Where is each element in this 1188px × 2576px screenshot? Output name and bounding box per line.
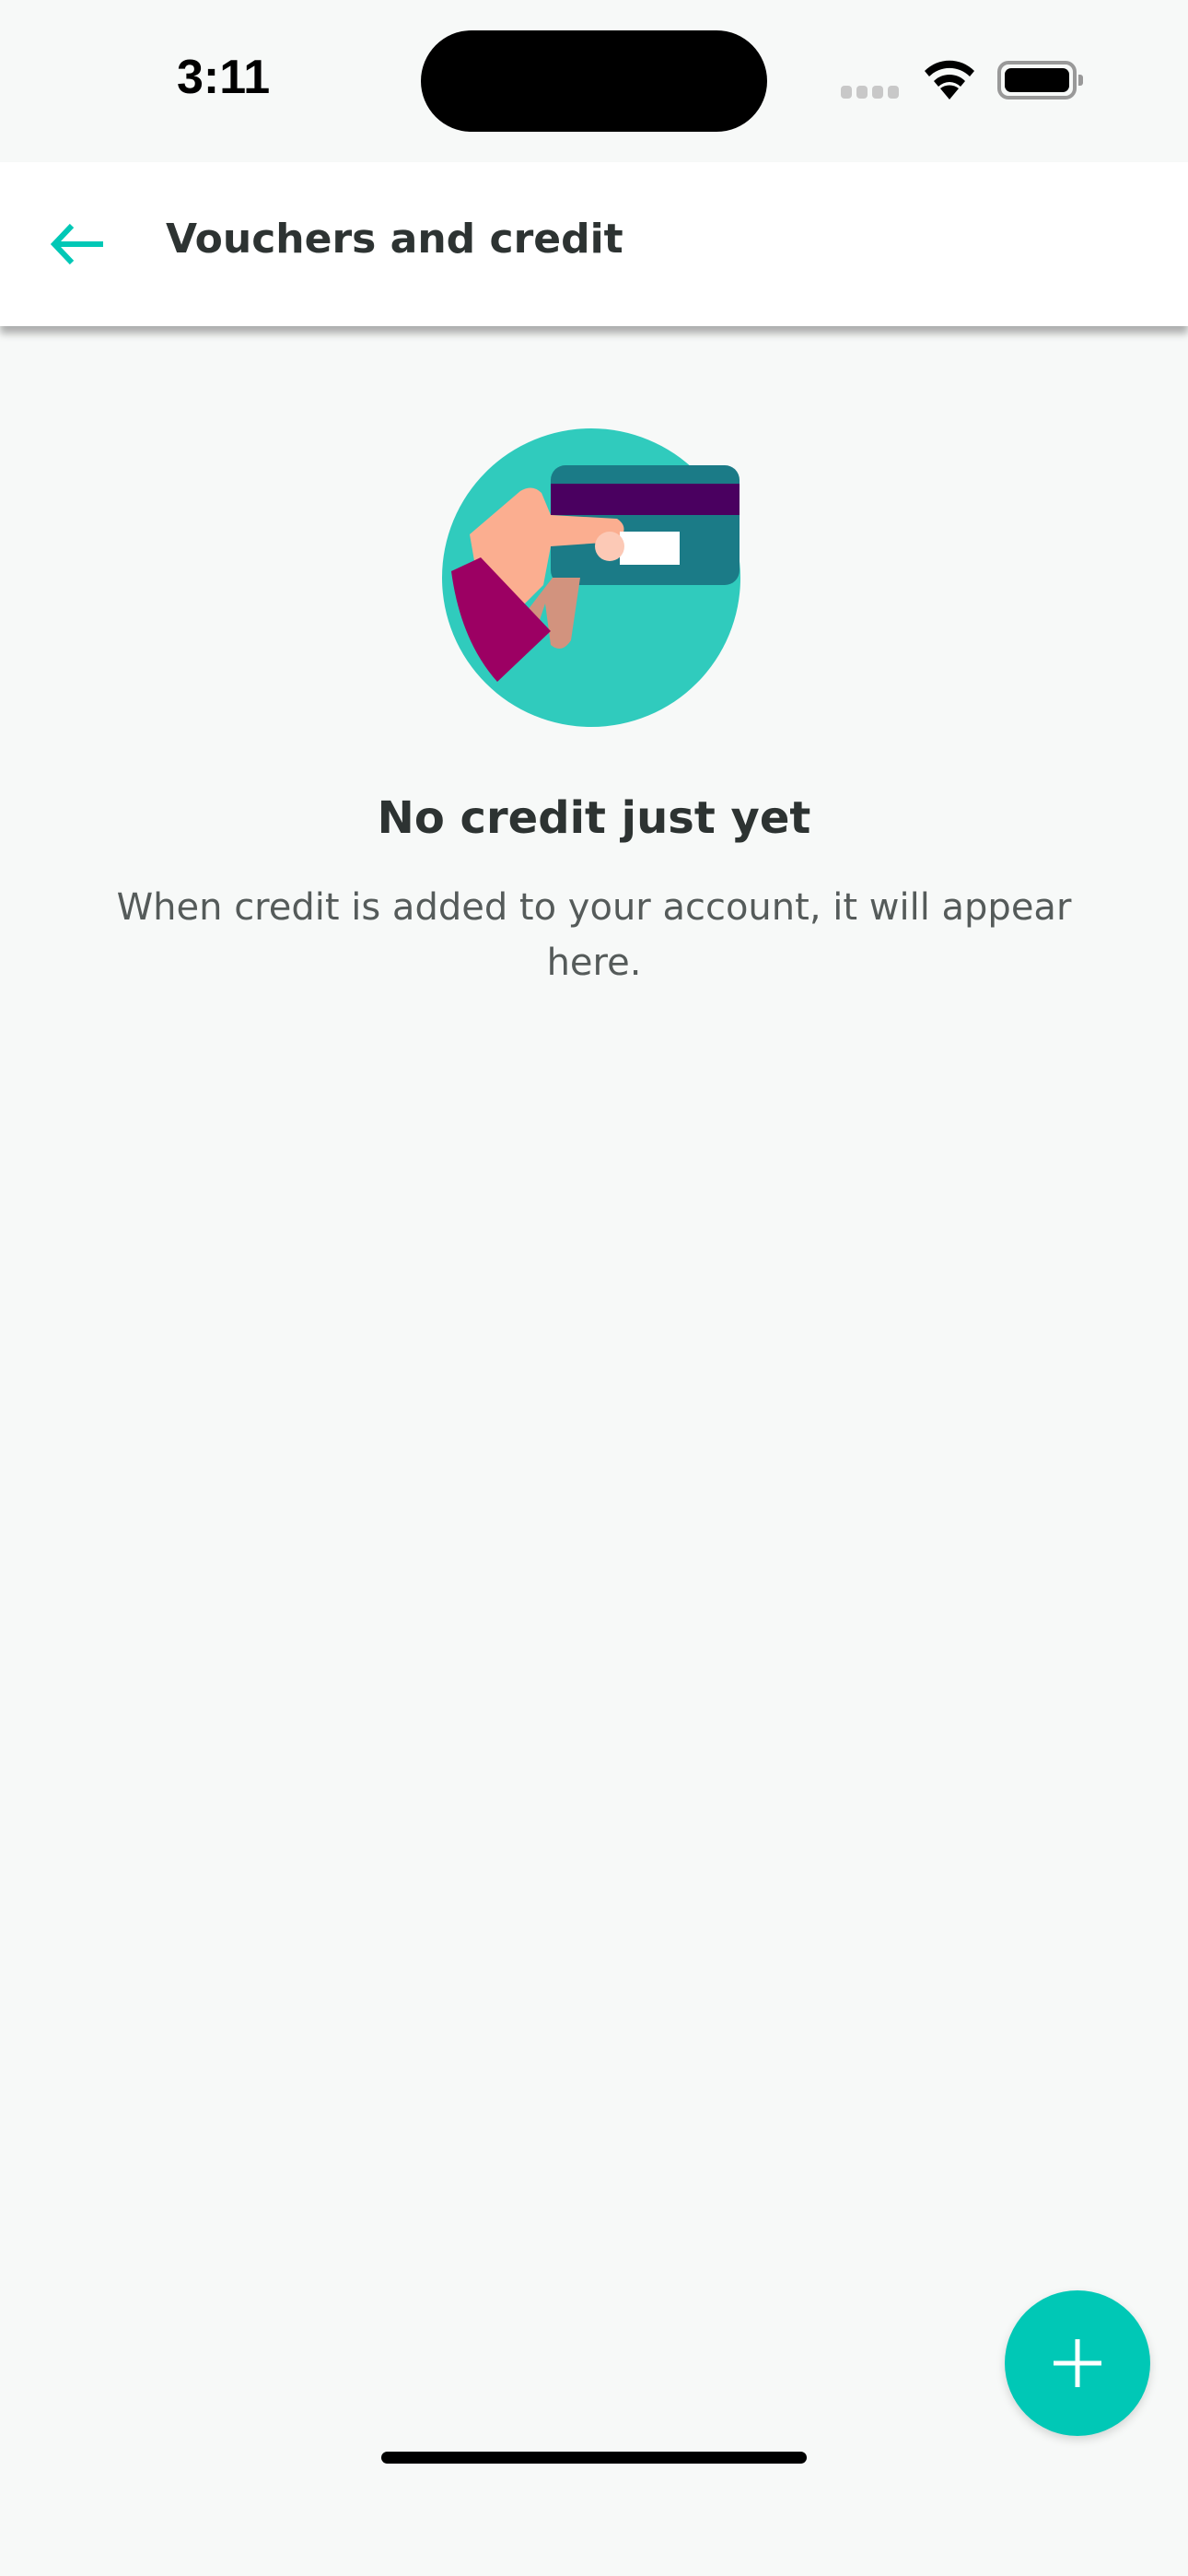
app-header: Vouchers and credit <box>0 162 1188 326</box>
add-voucher-button[interactable] <box>1005 2290 1150 2436</box>
plus-icon <box>1054 2339 1101 2387</box>
battery-icon <box>997 61 1083 100</box>
status-time: 3:11 <box>177 51 271 104</box>
back-arrow-icon[interactable] <box>46 212 111 276</box>
hand-holding-card-illustration <box>442 428 740 727</box>
empty-state-message: When credit is added to your account, it… <box>116 886 1072 984</box>
dynamic-island <box>421 30 767 132</box>
wifi-icon <box>925 60 974 100</box>
status-bar: 3:11 <box>0 0 1188 162</box>
home-indicator[interactable] <box>381 2452 807 2464</box>
page-title: Vouchers and credit <box>166 216 623 263</box>
cellular-signal-icon <box>841 86 899 99</box>
empty-state-heading: No credit just yet <box>377 792 811 844</box>
